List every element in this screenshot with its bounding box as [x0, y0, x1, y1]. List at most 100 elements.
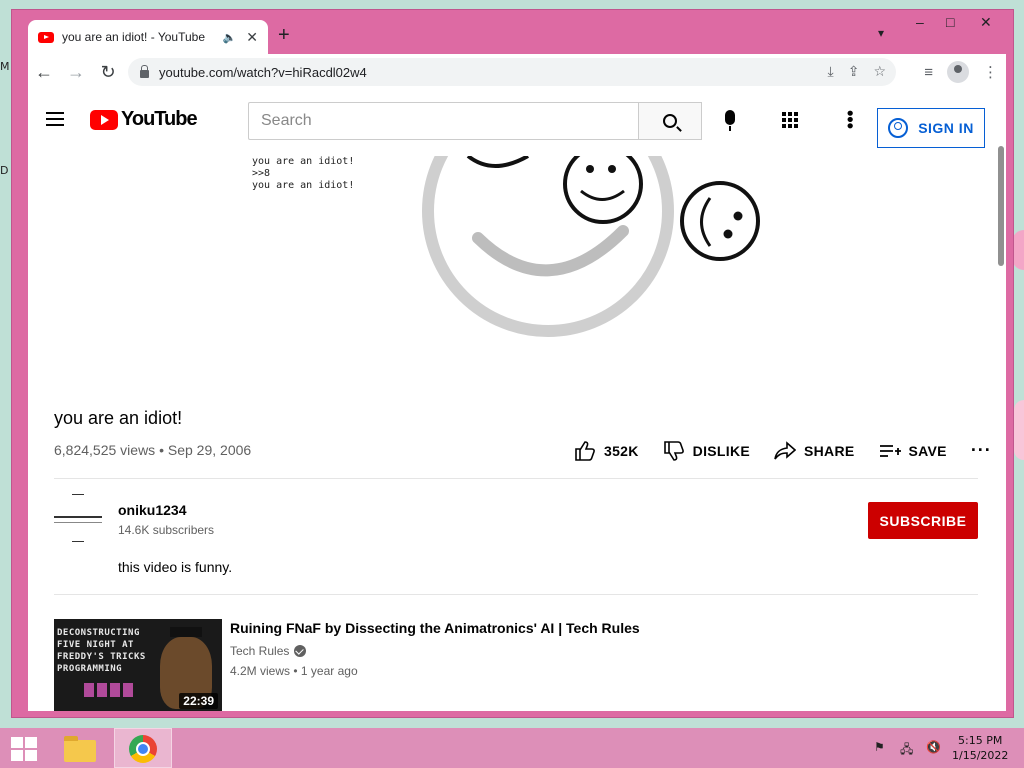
upload-date: Sep 29, 2006	[167, 442, 252, 458]
page-scrollbar[interactable]	[998, 146, 1004, 711]
view-count: 6,824,525 views	[54, 442, 156, 458]
volume-muted-icon[interactable]: 🔇	[926, 740, 942, 754]
channel-name[interactable]: oniku1234	[118, 502, 186, 518]
windows-start-icon[interactable]	[11, 737, 37, 761]
tab-title: you are an idiot! - YouTube	[62, 30, 205, 44]
small-smiley-left-eye	[586, 165, 594, 173]
reload-icon[interactable]: ↻	[92, 62, 124, 83]
video-title-text: you are an idiot!	[54, 408, 183, 428]
video-title: you are an idiot!	[54, 408, 182, 429]
network-icon[interactable]: 🖧	[900, 740, 916, 756]
media-control-icon[interactable]: ≡	[924, 64, 933, 81]
action-center-flag-icon[interactable]: ⚑	[874, 740, 890, 754]
youtube-logo-text: YouTube	[121, 108, 198, 130]
system-clock[interactable]: 5:15 PM 1/15/2022	[952, 733, 1008, 763]
thumbs-down-icon	[663, 440, 684, 461]
add-to-playlist-icon	[879, 444, 901, 457]
tab-search-icon[interactable]: ▾	[878, 26, 884, 40]
dislike-button[interactable]: DISLIKE	[663, 440, 750, 461]
recommended-age: 1 year ago	[300, 664, 358, 678]
url-text[interactable]: youtube.com/watch?v=hiRacdl02w4	[159, 65, 367, 80]
recommended-video[interactable]: DECONSTRUCTING FIVE NIGHT AT FREDDY'S TR…	[54, 619, 640, 711]
youtube-play-icon	[90, 109, 118, 130]
dislike-label: DISLIKE	[692, 442, 750, 459]
youtube-favicon-icon	[38, 31, 54, 43]
toolbar-right: ≡ ⋮	[924, 61, 998, 83]
browser-tab[interactable]: you are an idiot! - YouTube 🔈 ✕	[28, 20, 268, 54]
hamburger-menu-icon[interactable]	[46, 112, 64, 126]
desktop-wallpaper-shape	[1014, 400, 1024, 460]
like-count: 352K	[604, 442, 639, 459]
subscriber-count: 14.6K subscribers	[118, 523, 215, 537]
thumbs-up-icon	[575, 440, 595, 461]
youtube-header: YouTube Search ••• SIGN IN	[28, 90, 1006, 148]
search-button[interactable]	[638, 102, 702, 140]
tilted-smiley-eye-bottom	[723, 229, 733, 239]
scrollbar-thumb[interactable]	[998, 146, 1004, 266]
file-explorer-icon[interactable]	[64, 734, 98, 762]
share-page-icon[interactable]: ⇪	[848, 63, 860, 80]
microphone-icon[interactable]	[725, 110, 735, 131]
video-description: this video is funny.	[118, 559, 233, 575]
settings-menu-icon[interactable]: •••	[840, 110, 860, 129]
maximize-button[interactable]: □	[946, 14, 954, 30]
video-meta: 6,824,525 views • Sep 29, 2006	[54, 442, 251, 458]
recommended-video-meta: 4.2M views • 1 year ago	[230, 664, 640, 678]
sign-in-button[interactable]: SIGN IN	[877, 108, 985, 148]
clock-time: 5:15 PM	[958, 734, 1003, 747]
speaker-icon[interactable]: 🔈	[223, 31, 237, 44]
title-bar: you are an idiot! - YouTube 🔈 ✕ + ▾ – □ …	[12, 10, 1013, 54]
video-actions: 352K DISLIKE SHARE SAVE ···	[574, 440, 992, 461]
chrome-icon	[129, 735, 157, 763]
recommended-video-title[interactable]: Ruining FNaF by Dissecting the Animatron…	[230, 620, 640, 636]
channel-avatar[interactable]	[54, 494, 102, 542]
recommended-channel-name: Tech Rules	[230, 644, 290, 658]
lock-icon[interactable]	[140, 65, 149, 78]
recommended-channel[interactable]: Tech Rules	[230, 644, 640, 658]
system-tray: ⚑ 🖧 🔇	[874, 740, 942, 756]
video-duration: 22:39	[179, 693, 218, 709]
close-window-button[interactable]: ✕	[980, 14, 992, 31]
account-icon	[888, 118, 909, 138]
share-button[interactable]: SHARE	[774, 440, 855, 461]
tilted-smiley-face	[680, 181, 760, 261]
meta-separator: •	[293, 664, 301, 678]
apps-grid-icon[interactable]	[782, 112, 798, 128]
like-button[interactable]: 352K	[574, 440, 639, 461]
meta-separator: •	[159, 442, 168, 458]
more-actions-icon[interactable]: ···	[971, 440, 992, 461]
tilted-smiley-eye-top	[733, 211, 743, 221]
desktop-icon-label-fragment: M	[0, 60, 10, 73]
search-input[interactable]: Search	[248, 102, 638, 140]
taskbar: ⚑ 🖧 🔇 5:15 PM 1/15/2022	[0, 728, 1024, 768]
save-label: SAVE	[908, 442, 947, 459]
subscribe-button[interactable]: SUBSCRIBE	[868, 502, 978, 539]
thumbnail-screens	[84, 683, 133, 697]
video-thumbnail[interactable]: DECONSTRUCTING FIVE NIGHT AT FREDDY'S TR…	[54, 619, 222, 711]
small-smiley-face	[563, 156, 643, 224]
desktop-icon-label-fragment: D	[0, 164, 9, 177]
back-arrow-icon[interactable]: ←	[28, 62, 60, 83]
clock-date: 1/15/2022	[952, 749, 1009, 762]
share-icon	[774, 440, 796, 459]
chrome-taskbar-button[interactable]	[114, 728, 172, 768]
sign-in-label: SIGN IN	[918, 120, 974, 136]
profile-avatar-icon[interactable]	[947, 61, 969, 83]
recommended-views: 4.2M views	[230, 664, 291, 678]
close-tab-icon[interactable]: ✕	[246, 29, 258, 46]
chrome-menu-icon[interactable]: ⋮	[983, 63, 998, 81]
youtube-logo[interactable]: YouTube	[90, 108, 198, 131]
thumbnail-text: DECONSTRUCTING FIVE NIGHT AT FREDDY'S TR…	[57, 628, 146, 674]
new-tab-button[interactable]: +	[278, 24, 290, 47]
bookmark-star-icon[interactable]: ☆	[873, 63, 886, 80]
install-app-icon[interactable]: ⤓	[828, 63, 834, 80]
forward-arrow-icon[interactable]: →	[60, 62, 92, 83]
minimize-button[interactable]: –	[916, 14, 924, 30]
address-bar[interactable]: youtube.com/watch?v=hiRacdl02w4 ⤓ ⇪ ☆	[128, 58, 896, 86]
video-player[interactable]: you are an idiot! >>8 you are an idiot!	[248, 156, 782, 384]
divider	[54, 478, 978, 479]
partial-smiley	[466, 156, 529, 168]
search-icon	[663, 114, 677, 128]
save-button[interactable]: SAVE	[879, 441, 947, 461]
verified-check-icon	[294, 645, 307, 657]
